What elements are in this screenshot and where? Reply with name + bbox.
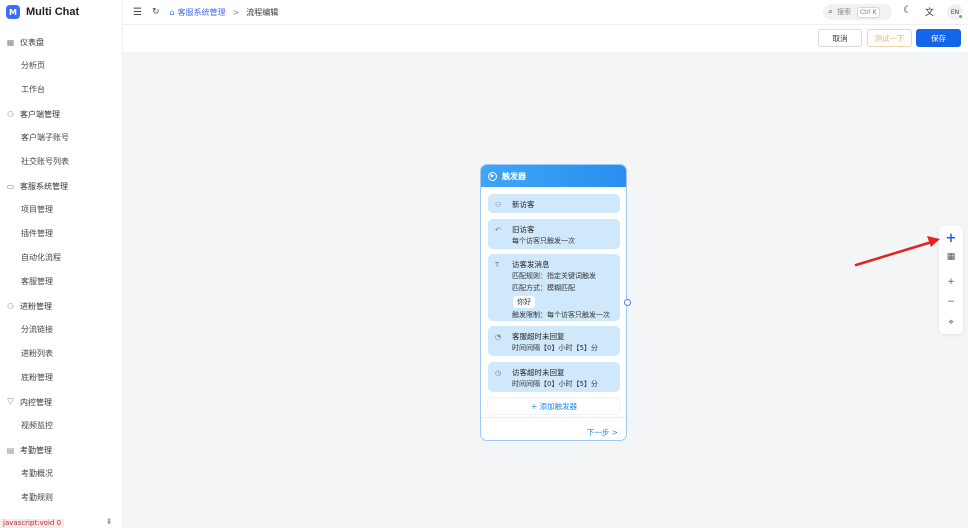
timer-icon: ◷: [495, 369, 502, 377]
translate-icon[interactable]: 文: [925, 5, 934, 18]
user-add-icon: ⚇: [6, 301, 15, 311]
breadcrumb-current: 流程编辑: [246, 7, 279, 17]
trigger-detail: 每个访客只触发一次: [512, 237, 575, 245]
sidebar: M Multi Chat ▦ 仪表盘 分析页 工作台 ⚇ 客户端管理 客户端子账…: [0, 0, 123, 528]
menu-item-automation[interactable]: 自动化流程: [0, 246, 122, 270]
menu-group-attendance[interactable]: ▤ 考勤管理: [0, 438, 122, 462]
next-step-link[interactable]: 下一步 >: [587, 427, 618, 438]
app-name: Multi Chat: [26, 6, 80, 18]
menu-item-social-accounts[interactable]: 社交账号列表: [0, 150, 122, 174]
menu-item-sub-accounts[interactable]: 客户端子账号: [0, 126, 122, 150]
menu-group-service[interactable]: ▭ 客服系统管理: [0, 174, 122, 198]
shield-icon: ⛉: [7, 397, 14, 406]
breadcrumb-separator: >: [232, 7, 240, 17]
add-node-button[interactable]: +: [939, 229, 963, 247]
menu-item-video-monitor[interactable]: 视频监控: [0, 414, 122, 438]
fit-view-icon[interactable]: ⌖: [939, 314, 963, 332]
briefcase-icon: ▭: [6, 181, 15, 191]
trigger-title: 访客超时未回复: [512, 368, 565, 377]
trigger-item-visitor-message[interactable]: T 访客发消息 匹配规则：指定关键词触发 匹配方式：模糊匹配 你好 触发限制：每…: [488, 254, 620, 321]
menu-group-label: 进粉管理: [20, 301, 52, 311]
dashboard-icon: ▦: [6, 37, 15, 47]
menu-item-fan-list[interactable]: 进粉列表: [0, 342, 122, 366]
menu-item-base-fans[interactable]: 底粉管理: [0, 366, 122, 390]
card-divider: [481, 417, 626, 418]
trigger-detail: 时间间隔【0】小时【5】分: [512, 380, 598, 388]
menu-group-label: 考勤管理: [20, 445, 52, 455]
trigger-detail: 匹配方式：模糊匹配: [512, 284, 575, 292]
online-status-dot: [958, 14, 963, 19]
play-icon: ▶: [488, 171, 497, 181]
hamburger-icon[interactable]: ☰: [133, 7, 142, 18]
breadcrumb-parent[interactable]: 客服系统管理: [178, 7, 226, 18]
refresh-icon[interactable]: ↻: [152, 7, 160, 17]
zoom-out-button[interactable]: −: [939, 293, 963, 311]
search-box[interactable]: ⌕ 搜索 Ctrl K: [823, 4, 892, 20]
add-trigger-button[interactable]: + 添加触发器: [488, 398, 620, 414]
grid-icon[interactable]: ▦: [939, 248, 963, 266]
menu-group-fans[interactable]: ⚇ 进粉管理: [0, 294, 122, 318]
menu-item-attendance-overview[interactable]: 考勤概况: [0, 462, 122, 486]
menu-group-label: 客户端管理: [20, 109, 60, 119]
trigger-title: 旧访客: [512, 225, 535, 234]
headset-icon: ◔: [495, 333, 502, 341]
trigger-item-old-visitor[interactable]: ↶ 旧访客 每个访客只触发一次: [488, 219, 620, 249]
trigger-node[interactable]: ▶ 触发器 ⚇ 新访客 ↶ 旧访客 每个访客只触发一次 T 访客发消息 匹配规则…: [480, 164, 627, 441]
trigger-detail: 时间间隔【0】小时【5】分: [512, 344, 598, 352]
menu-group-dashboard[interactable]: ▦ 仪表盘: [0, 30, 122, 54]
briefcase-icon: ⌂: [169, 7, 175, 17]
trigger-detail: 触发限制：每个访客只触发一次: [512, 311, 610, 319]
trigger-title: 新访客: [512, 200, 535, 209]
menu-item-agents[interactable]: 客服管理: [0, 270, 122, 294]
user-plus-icon: ⚇: [495, 201, 502, 209]
cancel-button[interactable]: 取消: [818, 29, 862, 47]
trigger-node-title: 触发器: [502, 171, 526, 181]
menu-group-client[interactable]: ⚇ 客户端管理: [0, 102, 122, 126]
trigger-title: 客服超时未回复: [512, 332, 565, 341]
trigger-item-visitor-timeout[interactable]: ◷ 访客超时未回复 时间间隔【0】小时【5】分: [488, 362, 620, 392]
return-icon: ↶: [495, 226, 501, 234]
pin-icon[interactable]: ⇟: [104, 516, 114, 526]
text-icon: T: [495, 261, 500, 269]
trigger-detail: 匹配规则：指定关键词触发: [512, 272, 596, 280]
keyword-chip: 你好: [513, 296, 535, 308]
trigger-node-header: ▶ 触发器: [481, 165, 626, 187]
menu-item-workbench[interactable]: 工作台: [0, 78, 122, 102]
trigger-title: 访客发消息: [512, 260, 550, 269]
menu-group-label: 客服系统管理: [20, 181, 68, 191]
menu-group-label: 内控管理: [20, 397, 52, 407]
menu-item-analysis[interactable]: 分析页: [0, 54, 122, 78]
trigger-item-new-visitor[interactable]: ⚇ 新访客: [488, 194, 620, 213]
menu-item-projects[interactable]: 项目管理: [0, 198, 122, 222]
sidebar-menu: ▦ 仪表盘 分析页 工作台 ⚇ 客户端管理 客户端子账号 社交账号列表 ▭ 客服…: [0, 30, 122, 510]
user-icon: ⚇: [6, 109, 15, 119]
search-icon: ⌕: [828, 7, 834, 17]
status-tooltip: javascript:void 0: [0, 519, 65, 528]
menu-group-control[interactable]: ⛉ 内控管理: [0, 390, 122, 414]
save-button[interactable]: 保存: [916, 29, 961, 47]
app-logo: M: [6, 5, 20, 19]
node-output-handle[interactable]: [624, 299, 631, 306]
sidebar-footer: javascript:void 0 ⇟: [0, 516, 122, 528]
dark-mode-icon[interactable]: ☾: [903, 5, 912, 16]
canvas-toolbar: + ▦ + − ⌖: [939, 226, 963, 334]
menu-item-split-links[interactable]: 分流链接: [0, 318, 122, 342]
trigger-item-agent-timeout[interactable]: ◔ 客服超时未回复 时间间隔【0】小时【5】分: [488, 326, 620, 356]
avatar[interactable]: EN: [947, 4, 963, 20]
zoom-in-button[interactable]: +: [939, 273, 963, 291]
test-button[interactable]: 测试一下: [867, 29, 912, 47]
action-bar: 取消 测试一下 保存: [123, 24, 968, 52]
menu-item-plugins[interactable]: 插件管理: [0, 222, 122, 246]
menu-group-label: 仪表盘: [20, 37, 44, 47]
calendar-icon: ▤: [6, 445, 15, 455]
search-shortcut: Ctrl K: [857, 6, 880, 18]
top-header: ☰ ↻ ⌂ 客服系统管理 > 流程编辑 ⌕ 搜索 Ctrl K ☾ 文 EN: [123, 0, 968, 24]
menu-item-attendance-rules[interactable]: 考勤规则: [0, 486, 122, 510]
search-label: 搜索: [837, 8, 852, 16]
brand[interactable]: M Multi Chat: [0, 0, 122, 24]
